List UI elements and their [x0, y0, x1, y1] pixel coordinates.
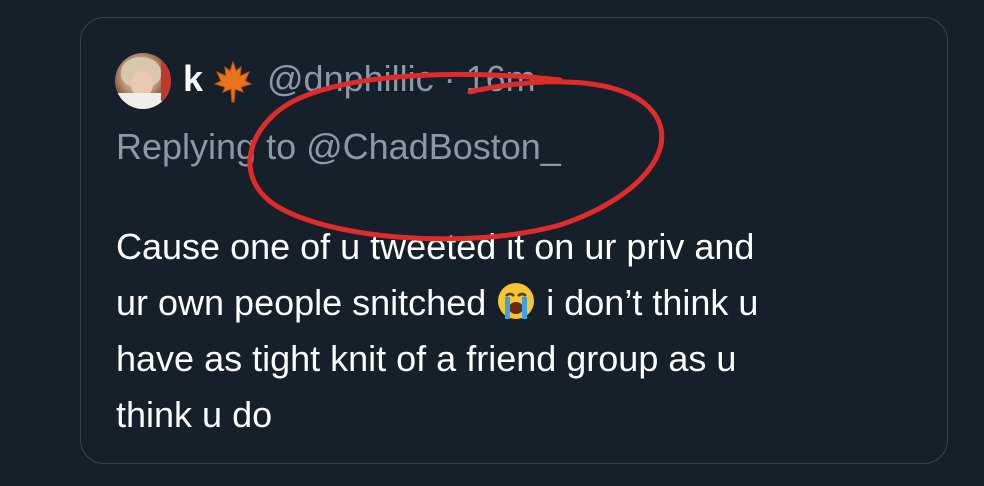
loudly-crying-face-icon: [498, 283, 535, 319]
display-name[interactable]: k: [183, 57, 203, 101]
replying-to-label: Replying to: [116, 126, 307, 167]
tweet-body-line-3: have as tight knit of a friend group as …: [116, 338, 737, 379]
maple-leaf-icon: [213, 60, 253, 103]
tweet-body: Cause one of u tweeted it on ur priv and…: [116, 219, 916, 443]
tweet-body-line-2-rest: i don’t think u: [536, 282, 759, 323]
tweet-body-line-1: Cause one of u tweeted it on ur priv and: [116, 226, 755, 267]
tweet-body-line-2-text: ur own people snitched: [116, 282, 487, 323]
replying-to-mention-link[interactable]: @ChadBoston_: [306, 126, 561, 167]
replying-to-line: Replying to @ChadBoston_: [116, 125, 561, 169]
tweet-body-line-2: ur own people snitched i don’t think u: [116, 275, 916, 331]
screenshot-page: k @dnphillic · 16m Replying to @ChadBost…: [0, 0, 984, 486]
avatar-background-accent: [161, 61, 171, 101]
tweet-body-line-4: think u do: [116, 394, 273, 435]
handle-and-timestamp[interactable]: @dnphillic · 16m: [267, 57, 536, 101]
avatar[interactable]: [115, 53, 171, 109]
